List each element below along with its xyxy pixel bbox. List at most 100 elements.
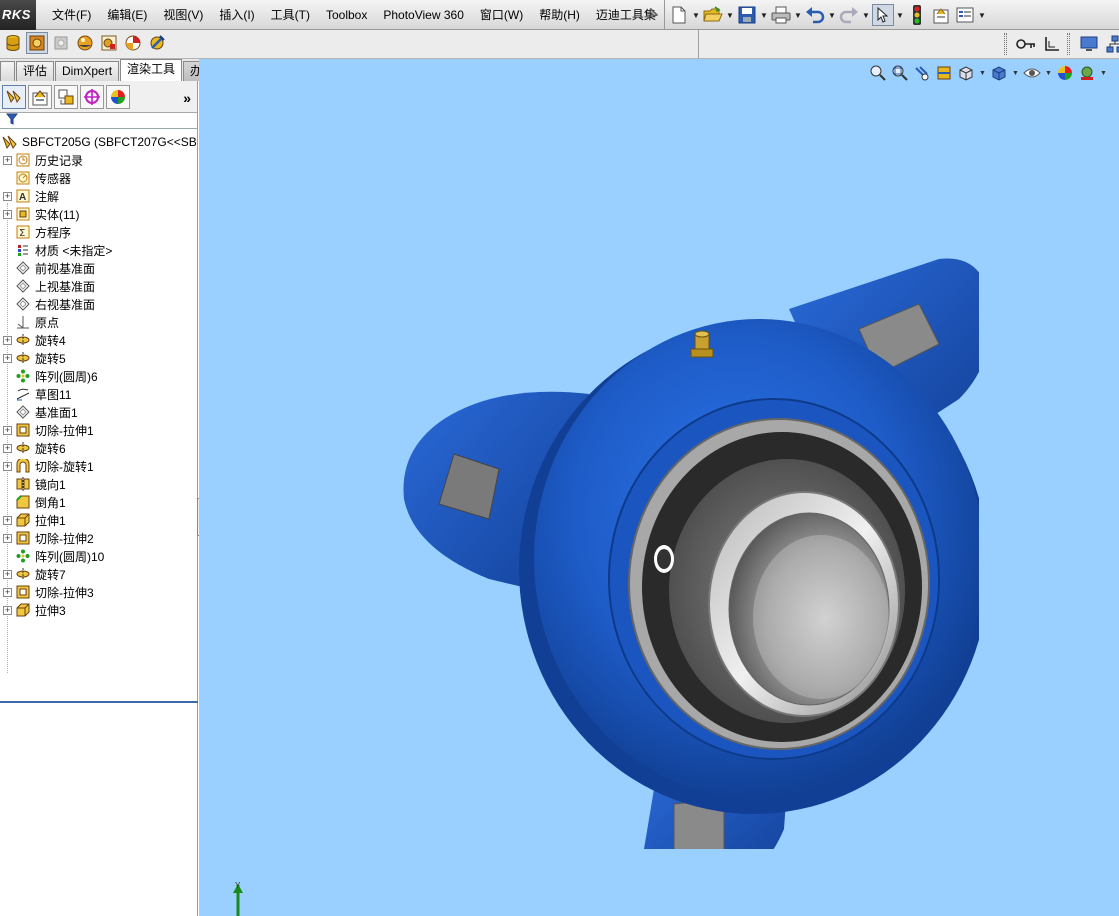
feature-manager-icon[interactable]	[2, 84, 26, 109]
tree-item[interactable]: 上视基准面	[0, 277, 198, 295]
apply-scene-icon[interactable]	[1078, 64, 1096, 82]
tree-item[interactable]: 传感器	[0, 169, 198, 187]
menu-item[interactable]: PhotoView 360	[375, 0, 472, 30]
render-icon[interactable]	[146, 32, 168, 54]
chevron-down-icon[interactable]: ▼	[979, 70, 986, 77]
expand-toggle-icon[interactable]: +	[3, 191, 12, 201]
expand-toggle-icon[interactable]: +	[3, 155, 12, 165]
tree-item[interactable]: + 实体(11)	[0, 205, 198, 223]
expand-toggle-icon[interactable]: +	[3, 353, 12, 363]
new-document-icon[interactable]	[668, 4, 690, 26]
expand-toggle-icon[interactable]: +	[3, 587, 12, 597]
filter-icon[interactable]	[5, 113, 19, 128]
menu-item[interactable]: 帮助(H)	[531, 0, 588, 30]
chevron-down-icon[interactable]: ▼	[896, 4, 904, 26]
menu-item[interactable]: 视图(V)	[155, 0, 211, 30]
tree-item[interactable]: 右视基准面	[0, 295, 198, 313]
chevron-down-icon[interactable]: ▼	[1045, 70, 1052, 77]
options-icon[interactable]	[930, 4, 952, 26]
expand-toggle-icon[interactable]: +	[3, 335, 12, 345]
monitor-icon[interactable]	[1078, 33, 1100, 55]
chevron-down-icon[interactable]: ▼	[794, 4, 802, 26]
tree-item[interactable]: 阵列(圆周)10	[0, 547, 198, 565]
menu-item[interactable]: 窗口(W)	[472, 0, 531, 30]
toolbar-grip[interactable]	[1004, 33, 1007, 55]
tree-item[interactable]: + A 注解	[0, 187, 198, 205]
display-manager-icon[interactable]	[106, 84, 130, 109]
expand-toggle-icon[interactable]: +	[3, 569, 12, 579]
tab-blank[interactable]	[0, 61, 15, 81]
chevron-down-icon[interactable]: ▼	[1012, 70, 1019, 77]
traffic-light-icon[interactable]	[906, 4, 928, 26]
tree-item[interactable]: 镜向1	[0, 475, 198, 493]
tree-item[interactable]: + 切除-拉伸1	[0, 421, 198, 439]
expand-toggle-icon[interactable]: +	[3, 605, 12, 615]
tree-item[interactable]: + 历史记录	[0, 151, 198, 169]
chevron-down-icon[interactable]: ▼	[692, 4, 700, 26]
expand-toggle-icon[interactable]: +	[3, 533, 12, 543]
zoom-to-area-icon[interactable]	[891, 64, 909, 82]
expand-toggle-icon[interactable]: +	[3, 443, 12, 453]
tree-item[interactable]: Σ 方程序	[0, 223, 198, 241]
tree-item[interactable]: + 切除-拉伸2	[0, 529, 198, 547]
key-icon[interactable]	[1015, 33, 1037, 55]
menu-item[interactable]: 插入(I)	[211, 0, 262, 30]
material-sphere-icon[interactable]	[74, 32, 96, 54]
appearance-gray-icon[interactable]	[50, 32, 72, 54]
tree-item[interactable]: + 旋转4	[0, 331, 198, 349]
decal-icon[interactable]	[122, 32, 144, 54]
tree-filter-bar[interactable]	[0, 113, 197, 129]
dimension-icon[interactable]	[1041, 33, 1063, 55]
display-style-icon[interactable]	[990, 64, 1008, 82]
tree-item[interactable]: + 旋转7	[0, 565, 198, 583]
tree-item[interactable]: 原点	[0, 313, 198, 331]
configuration-manager-icon[interactable]	[54, 84, 78, 109]
dimxpert-manager-icon[interactable]	[80, 84, 104, 109]
tree-item[interactable]: + 切除-拉伸3	[0, 583, 198, 601]
chevron-down-icon[interactable]: ▼	[862, 4, 870, 26]
menu-item[interactable]: 编辑(E)	[99, 0, 155, 30]
tab-render-tools[interactable]: 渲染工具	[120, 59, 183, 81]
previous-view-icon[interactable]	[913, 64, 931, 82]
tree-item[interactable]: + 旋转6	[0, 439, 198, 457]
zoom-to-fit-icon[interactable]	[869, 64, 887, 82]
tree-item[interactable]: 材质 <未指定>	[0, 241, 198, 259]
chevron-down-icon[interactable]: ▼	[1100, 70, 1107, 77]
tree-item[interactable]: 前视基准面	[0, 259, 198, 277]
section-view-icon[interactable]	[935, 64, 953, 82]
hide-show-items-icon[interactable]	[1023, 64, 1041, 82]
save-icon[interactable]	[736, 4, 758, 26]
customize-icon[interactable]	[954, 4, 976, 26]
property-manager-icon[interactable]	[28, 84, 52, 109]
expand-toggle-icon[interactable]: +	[3, 209, 12, 219]
view-orientation-icon[interactable]	[957, 64, 975, 82]
tree-item[interactable]: 草图11	[0, 385, 198, 403]
expand-toggle-icon[interactable]: +	[3, 515, 12, 525]
print-icon[interactable]	[770, 4, 792, 26]
tree-rollback-bar[interactable]	[0, 701, 198, 703]
chevron-down-icon[interactable]: ▼	[760, 4, 768, 26]
menu-item[interactable]: 文件(F)	[44, 0, 99, 30]
expand-toggle-icon[interactable]: +	[3, 461, 12, 471]
toolbar-grip[interactable]	[1067, 33, 1070, 55]
redo-icon[interactable]	[838, 4, 860, 26]
tree-item[interactable]: + 拉伸3	[0, 601, 198, 619]
expand-toggle-icon[interactable]: +	[3, 425, 12, 435]
menu-item[interactable]: 工具(T)	[263, 0, 318, 30]
chevron-down-icon[interactable]: ▼	[726, 4, 734, 26]
network-icon[interactable]	[1104, 33, 1119, 55]
scene-icon[interactable]	[98, 32, 120, 54]
graphics-viewport[interactable]: ▼ ▼ ▼ ▼ Y	[199, 59, 1119, 916]
tree-item[interactable]: + 拉伸1	[0, 511, 198, 529]
menu-item[interactable]: Toolbox	[318, 0, 375, 30]
panel-overflow-button[interactable]: »	[183, 90, 191, 106]
open-folder-icon[interactable]	[702, 4, 724, 26]
tree-item[interactable]: + 旋转5	[0, 349, 198, 367]
edit-appearance-icon[interactable]	[1056, 64, 1074, 82]
tree-item[interactable]: 基准面1	[0, 403, 198, 421]
database-icon[interactable]	[2, 32, 24, 54]
chevron-down-icon[interactable]: ▼	[978, 4, 986, 26]
tab-dimxpert[interactable]: DimXpert	[55, 61, 120, 81]
undo-icon[interactable]	[804, 4, 826, 26]
tab-evaluate[interactable]: 评估	[16, 61, 55, 81]
